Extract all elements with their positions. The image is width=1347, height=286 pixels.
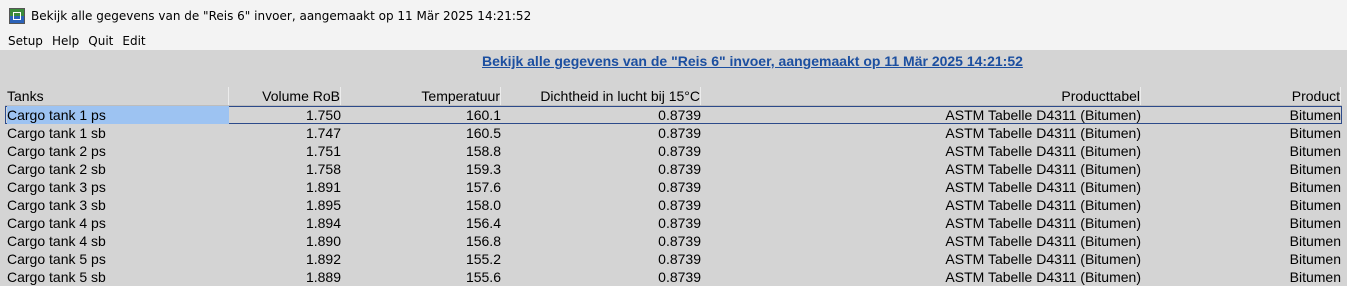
volume-rob-cell: 1.750	[305, 107, 341, 123]
producttabel-cell: ASTM Tabelle D4311 (Bitumen)	[945, 125, 1141, 141]
dichtheid-cell: 0.8739	[658, 251, 701, 267]
product-cell: Bitumen	[1289, 269, 1341, 285]
column-header-volume-rob[interactable]: Volume RoB	[231, 87, 341, 105]
column-header-producttabel[interactable]: Producttabel	[705, 87, 1141, 105]
product-cell: Bitumen	[1289, 197, 1341, 213]
volume-rob-cell: 1.890	[305, 233, 341, 249]
tank-name-cell: Cargo tank 5 sb	[7, 269, 106, 285]
dichtheid-cell: 0.8739	[658, 233, 701, 249]
product-cell: Bitumen	[1289, 107, 1341, 123]
tank-name-cell: Cargo tank 3 sb	[7, 197, 106, 213]
table-row[interactable]: Cargo tank 5 ps 1.892 155.2 0.8739 ASTM Tabe…	[5, 250, 1342, 268]
product-cell: Bitumen	[1289, 161, 1341, 177]
table-row[interactable]: Cargo tank 1 sb 1.747 160.5 0.8739 ASTM Tabe…	[5, 124, 1342, 142]
producttabel-cell: ASTM Tabelle D4311 (Bitumen)	[945, 233, 1141, 249]
dichtheid-cell: 0.8739	[658, 215, 701, 231]
volume-rob-cell: 1.895	[305, 197, 341, 213]
table-row[interactable]: Cargo tank 4 sb 1.890 156.8 0.8739 ASTM Tabe…	[5, 232, 1342, 250]
volume-rob-cell: 1.747	[305, 125, 341, 141]
dichtheid-cell: 0.8739	[658, 161, 701, 177]
column-header-product[interactable]: Product	[1145, 87, 1341, 105]
volume-rob-cell: 1.751	[305, 143, 341, 159]
table-row[interactable]: Cargo tank 4 ps 1.894 156.4 0.8739 ASTM Tabe…	[5, 214, 1342, 232]
product-cell: Bitumen	[1289, 179, 1341, 195]
column-header-dichtheid[interactable]: Dichtheid in lucht bij 15°C	[505, 87, 701, 105]
volume-rob-cell: 1.889	[305, 269, 341, 285]
temperatuur-cell: 159.3	[465, 161, 501, 177]
tank-name-cell: Cargo tank 2 ps	[7, 143, 106, 159]
product-cell: Bitumen	[1289, 215, 1341, 231]
product-cell: Bitumen	[1289, 251, 1341, 267]
volume-rob-cell: 1.758	[305, 161, 341, 177]
tank-name-cell: Cargo tank 3 ps	[7, 179, 106, 195]
temperatuur-cell: 157.6	[465, 179, 501, 195]
dichtheid-cell: 0.8739	[658, 125, 701, 141]
tank-name-cell: Cargo tank 5 ps	[7, 251, 106, 267]
temperatuur-cell: 156.8	[465, 233, 501, 249]
temperatuur-cell: 160.5	[465, 125, 501, 141]
temperatuur-cell: 155.6	[465, 269, 501, 285]
table-body: Cargo tank 1 ps 1.750 160.1 0.8739 ASTM Tabe…	[5, 106, 1342, 286]
menu-bar: Setup Help Quit Edit	[0, 32, 1347, 50]
volume-rob-cell: 1.894	[305, 215, 341, 231]
page-heading: Bekijk alle gegevens van de "Reis 6" inv…	[482, 53, 1023, 69]
temperatuur-cell: 155.2	[465, 251, 501, 267]
data-grid: Tanks Volume RoB Temperatuur Dichtheid i…	[5, 87, 1342, 286]
app-icon	[9, 8, 25, 24]
dichtheid-cell: 0.8739	[658, 107, 701, 123]
tank-name-cell: Cargo tank 1 ps	[7, 106, 229, 124]
producttabel-cell: ASTM Tabelle D4311 (Bitumen)	[945, 107, 1141, 123]
title-bar[interactable]: Bekijk alle gegevens van de "Reis 6" inv…	[0, 0, 1347, 32]
tank-name-cell: Cargo tank 4 ps	[7, 215, 106, 231]
menu-help[interactable]: Help	[48, 34, 84, 48]
table-row[interactable]: Cargo tank 3 ps 1.891 157.6 0.8739 ASTM Tabe…	[5, 178, 1342, 196]
dichtheid-cell: 0.8739	[658, 143, 701, 159]
producttabel-cell: ASTM Tabelle D4311 (Bitumen)	[945, 197, 1141, 213]
producttabel-cell: ASTM Tabelle D4311 (Bitumen)	[945, 161, 1141, 177]
table-row[interactable]: Cargo tank 2 ps 1.751 158.8 0.8739 ASTM Tabe…	[5, 142, 1342, 160]
column-header-temperatuur[interactable]: Temperatuur	[345, 87, 501, 105]
dichtheid-cell: 0.8739	[658, 197, 701, 213]
table-row[interactable]: Cargo tank 2 sb 1.758 159.3 0.8739 ASTM Tabe…	[5, 160, 1342, 178]
temperatuur-cell: 158.8	[465, 143, 501, 159]
content-area: Bekijk alle gegevens van de "Reis 6" inv…	[0, 50, 1347, 286]
table-row[interactable]: Cargo tank 1 ps 1.750 160.1 0.8739 ASTM Tabe…	[5, 106, 1342, 124]
menu-quit[interactable]: Quit	[84, 34, 118, 48]
producttabel-cell: ASTM Tabelle D4311 (Bitumen)	[945, 143, 1141, 159]
producttabel-cell: ASTM Tabelle D4311 (Bitumen)	[945, 215, 1141, 231]
temperatuur-cell: 160.1	[465, 107, 501, 123]
producttabel-cell: ASTM Tabelle D4311 (Bitumen)	[945, 251, 1141, 267]
product-cell: Bitumen	[1289, 125, 1341, 141]
dichtheid-cell: 0.8739	[658, 269, 701, 285]
temperatuur-cell: 156.4	[465, 215, 501, 231]
table-header: Tanks Volume RoB Temperatuur Dichtheid i…	[5, 87, 1342, 106]
temperatuur-cell: 158.0	[465, 197, 501, 213]
table-row[interactable]: Cargo tank 5 sb 1.889 155.6 0.8739 ASTM Tabe…	[5, 268, 1342, 286]
product-cell: Bitumen	[1289, 233, 1341, 249]
product-cell: Bitumen	[1289, 143, 1341, 159]
tank-name-cell: Cargo tank 1 sb	[7, 125, 106, 141]
volume-rob-cell: 1.891	[305, 179, 341, 195]
window-title: Bekijk alle gegevens van de "Reis 6" inv…	[31, 9, 532, 23]
menu-edit[interactable]: Edit	[118, 34, 150, 48]
producttabel-cell: ASTM Tabelle D4311 (Bitumen)	[945, 179, 1141, 195]
column-header-tanks[interactable]: Tanks	[7, 87, 229, 105]
table-row[interactable]: Cargo tank 3 sb 1.895 158.0 0.8739 ASTM Tabe…	[5, 196, 1342, 214]
dichtheid-cell: 0.8739	[658, 179, 701, 195]
producttabel-cell: ASTM Tabelle D4311 (Bitumen)	[945, 269, 1141, 285]
tank-name-cell: Cargo tank 2 sb	[7, 161, 106, 177]
menu-setup[interactable]: Setup	[0, 34, 48, 48]
tank-name-cell: Cargo tank 4 sb	[7, 233, 106, 249]
volume-rob-cell: 1.892	[305, 251, 341, 267]
